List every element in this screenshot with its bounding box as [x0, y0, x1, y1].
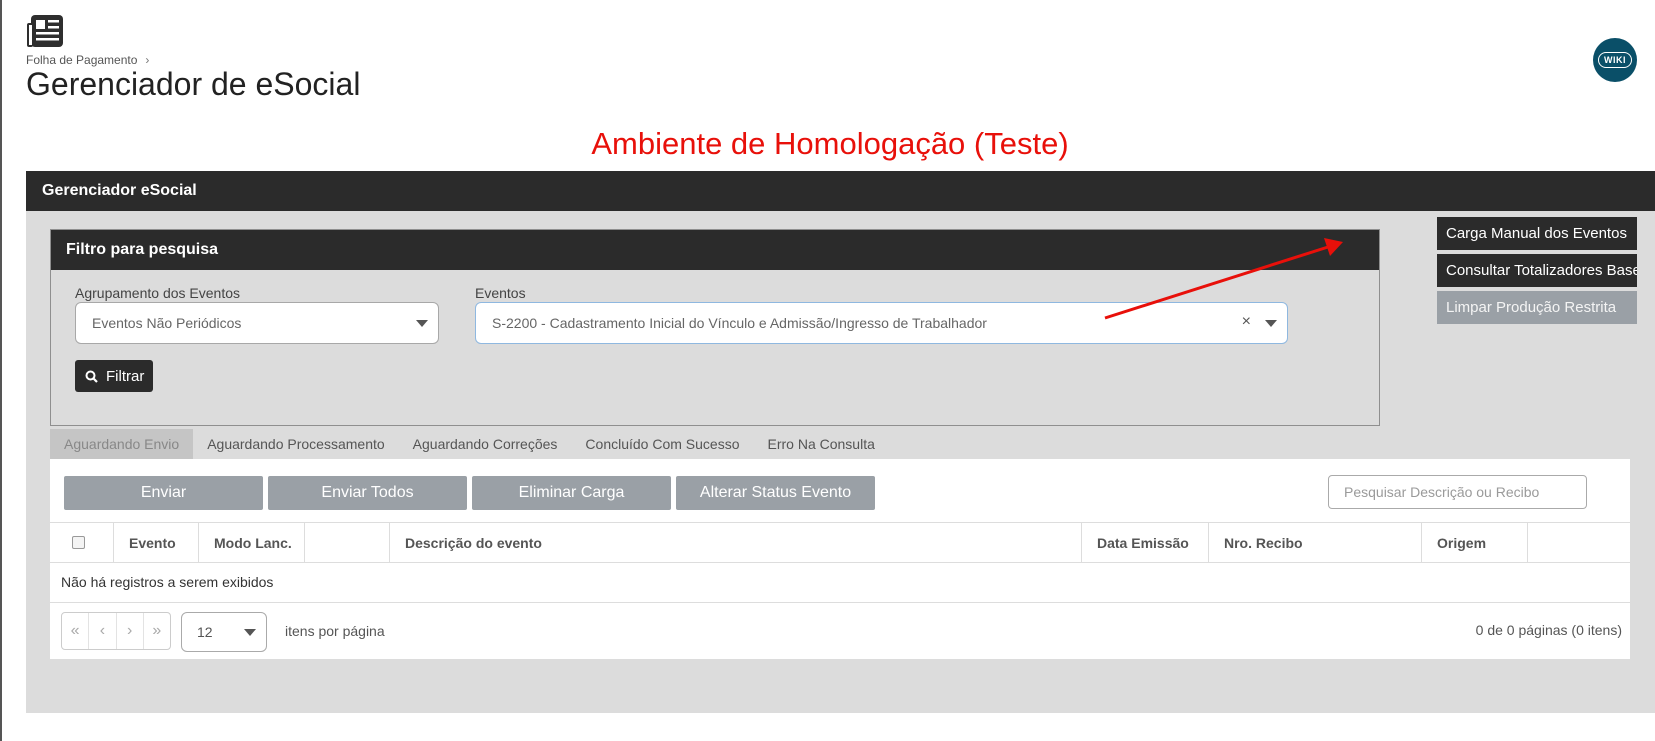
breadcrumb: Folha de Pagamento ›: [26, 53, 149, 67]
send-button[interactable]: Enviar: [64, 476, 263, 510]
grouping-label: Agrupamento dos Eventos: [75, 285, 240, 301]
filter-button-label: Filtrar: [106, 367, 145, 385]
per-page-label: itens por página: [285, 623, 385, 639]
esocial-panel: Gerenciador eSocial Filtro para pesquisa…: [26, 171, 1655, 713]
clear-icon[interactable]: ×: [1242, 313, 1251, 331]
events-label: Eventos: [475, 285, 526, 301]
totalizers-button[interactable]: Consultar Totalizadores Base: [1437, 254, 1637, 287]
breadcrumb-link[interactable]: Folha de Pagamento: [26, 53, 137, 67]
pager-row: « ‹ › » 12 itens por página 0 de 0 págin…: [50, 602, 1630, 659]
tab-concluido-com-sucesso[interactable]: Concluído Com Sucesso: [571, 429, 753, 459]
chevron-down-icon: [244, 629, 256, 636]
page-info: 0 de 0 páginas (0 itens): [1475, 622, 1622, 638]
page-size-value: 12: [197, 624, 213, 640]
wiki-button[interactable]: WIKI: [1593, 38, 1637, 82]
column-header-description[interactable]: Descrição do evento: [390, 523, 1082, 562]
filter-header: Filtro para pesquisa: [51, 230, 1379, 270]
column-header-event[interactable]: Evento: [114, 523, 199, 562]
wiki-label: WIKI: [1598, 52, 1632, 68]
clear-restricted-button[interactable]: Limpar Produção Restrita: [1437, 291, 1637, 324]
page-size-select[interactable]: 12: [181, 612, 267, 652]
events-grid-panel: Enviar Enviar Todos Eliminar Carga Alter…: [50, 459, 1630, 659]
filter-button[interactable]: Filtrar: [75, 360, 153, 392]
select-all-checkbox[interactable]: [72, 536, 85, 549]
delete-load-button[interactable]: Eliminar Carga: [472, 476, 671, 510]
status-tabs: Aguardando Envio Aguardando Processament…: [50, 429, 889, 459]
prev-page-icon[interactable]: ‹: [89, 613, 117, 649]
environment-banner: Ambiente de Homologação (Teste): [591, 126, 1069, 161]
events-select[interactable]: S-2200 - Cadastramento Inicial do Víncul…: [475, 302, 1288, 344]
column-header-origin[interactable]: Origem: [1422, 523, 1528, 562]
chevron-down-icon: [416, 320, 428, 327]
search-input[interactable]: [1328, 475, 1587, 509]
column-header-emission-date[interactable]: Data Emissão: [1082, 523, 1209, 562]
send-all-button[interactable]: Enviar Todos: [268, 476, 467, 510]
newspaper-icon: [26, 14, 64, 53]
grouping-select[interactable]: Eventos Não Periódicos: [75, 302, 439, 344]
tab-aguardando-correcoes[interactable]: Aguardando Correções: [399, 429, 572, 459]
tab-erro-na-consulta[interactable]: Erro Na Consulta: [754, 429, 889, 459]
search-icon: [85, 370, 98, 383]
tab-aguardando-envio[interactable]: Aguardando Envio: [50, 429, 194, 459]
column-header-mode[interactable]: Modo Lanc.: [199, 523, 305, 562]
events-value: S-2200 - Cadastramento Inicial do Víncul…: [492, 315, 987, 331]
left-border: [0, 0, 2, 741]
column-header-blank: [305, 523, 390, 562]
pagination: « ‹ › »: [61, 612, 171, 650]
grouping-value: Eventos Não Periódicos: [92, 315, 242, 331]
chevron-right-icon: ›: [145, 53, 150, 67]
last-page-icon[interactable]: »: [144, 613, 170, 649]
manual-load-button[interactable]: Carga Manual dos Eventos: [1437, 217, 1637, 250]
change-status-button[interactable]: Alterar Status Evento: [676, 476, 875, 510]
first-page-icon[interactable]: «: [62, 613, 90, 649]
next-page-icon[interactable]: ›: [117, 613, 144, 649]
tab-aguardando-processamento[interactable]: Aguardando Processamento: [193, 429, 398, 459]
column-header-receipt[interactable]: Nro. Recibo: [1209, 523, 1422, 562]
select-all-cell: [50, 523, 114, 562]
panel-header: Gerenciador eSocial: [26, 171, 1655, 211]
page-title: Gerenciador de eSocial: [26, 66, 361, 102]
chevron-down-icon: [1265, 320, 1277, 327]
grid-header: Evento Modo Lanc. Descrição do evento Da…: [50, 522, 1630, 563]
empty-message: Não há registros a serem exibidos: [61, 574, 274, 590]
filter-box: Filtro para pesquisa Agrupamento dos Eve…: [50, 229, 1380, 426]
